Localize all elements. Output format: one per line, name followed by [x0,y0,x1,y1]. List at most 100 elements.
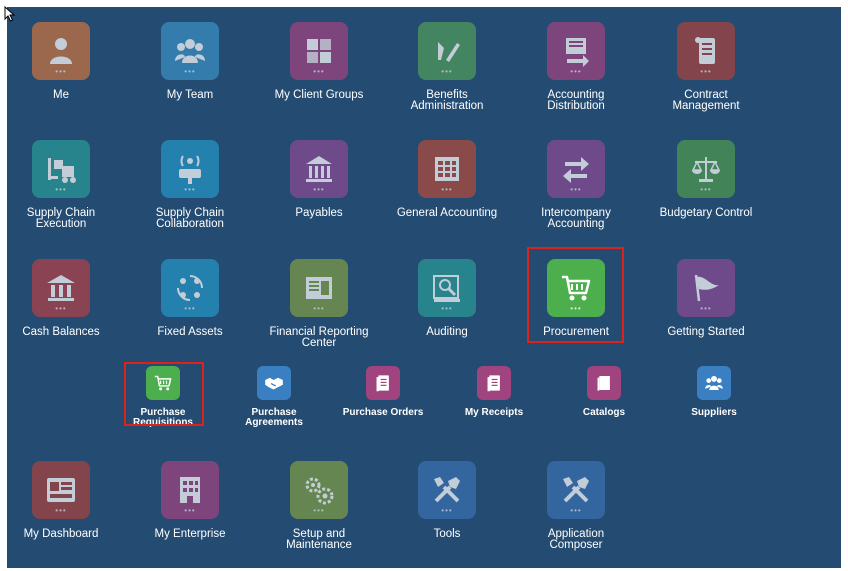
tile-label: Budgetary Control [659,207,753,219]
tile-my-team[interactable]: ••• My Team [127,22,253,101]
tile-my-enterprise[interactable]: ••• My Enterprise [127,461,253,540]
tile-catalogs[interactable]: Catalogs [554,366,654,418]
spreadsheet-icon[interactable]: ••• [418,140,476,198]
tile-label: Getting Started [667,326,745,338]
cycle-icon[interactable]: ••• [161,259,219,317]
tile-accounting-distribution[interactable]: ••• Accounting Distribution [513,22,639,112]
bank-icon[interactable]: ••• [32,259,90,317]
tile-label: Financial Reporting Center [269,326,369,349]
tile-budgetary-control[interactable]: ••• Budgetary Control [643,140,769,219]
more-dots: ••• [570,506,582,515]
more-dots: ••• [313,304,325,313]
tile-label: Purchase Orders [342,407,424,418]
tile-label: My Dashboard [23,528,99,540]
tile-financial-reporting-center[interactable]: ••• Financial Reporting Center [256,259,382,349]
tile-label: Setup and Maintenance [286,528,352,551]
more-dots: ••• [570,185,582,194]
bank-building-icon[interactable]: ••• [290,140,348,198]
more-dots: ••• [313,506,325,515]
tile-label: Contract Management [672,89,740,112]
tile-supply-chain-execution[interactable]: ••• Supply Chain Execution [0,140,124,230]
forklift-icon[interactable]: ••• [32,140,90,198]
more-dots: ••• [441,185,453,194]
tile-label: Purchase Agreements [245,407,303,428]
tools-icon[interactable]: ••• [418,461,476,519]
more-dots: ••• [700,67,712,76]
tile-me[interactable]: ••• Me [0,22,124,101]
tile-contract-management[interactable]: ••• Contract Management [643,22,769,112]
tile-label: My Client Groups [274,89,364,101]
tile-label: My Team [166,89,214,101]
tile-label: Me [53,89,69,101]
tile-label: My Enterprise [154,528,226,540]
tile-label: My Receipts [464,407,524,418]
tile-supply-chain-collaboration[interactable]: ••• Supply Chain Collaboration [127,140,253,230]
scales-icon[interactable]: ••• [677,140,735,198]
more-dots: ••• [184,506,196,515]
tile-setup-and-maintenance[interactable]: ••• Setup and Maintenance [256,461,382,551]
team-icon[interactable]: ••• [161,22,219,80]
audit-icon[interactable]: ••• [418,259,476,317]
tile-label: Payables [295,207,343,219]
tile-label: Tools [433,528,461,540]
tile-my-dashboard[interactable]: ••• My Dashboard [0,461,124,540]
tile-my-receipts[interactable]: My Receipts [444,366,544,418]
more-dots: ••• [441,67,453,76]
more-dots: ••• [441,506,453,515]
tile-general-accounting[interactable]: ••• General Accounting [384,140,510,219]
more-dots: ••• [184,185,196,194]
person-icon[interactable]: ••• [32,22,90,80]
document-icon[interactable] [366,366,400,400]
tile-intercompany-accounting[interactable]: ••• Intercompany Accounting [513,140,639,230]
gears-icon[interactable]: ••• [290,461,348,519]
tile-purchase-agreements[interactable]: Purchase Agreements [224,366,324,428]
building-icon[interactable]: ••• [161,461,219,519]
flag-icon[interactable]: ••• [677,259,735,317]
book-icon[interactable] [587,366,621,400]
purchase-requisitions-highlight [124,362,204,426]
tile-fixed-assets[interactable]: ••• Fixed Assets [127,259,253,338]
ledger-arrow-icon[interactable]: ••• [547,22,605,80]
broadcast-icon[interactable]: ••• [161,140,219,198]
swap-arrows-icon[interactable]: ••• [547,140,605,198]
more-dots: ••• [313,67,325,76]
tile-label: Accounting Distribution [547,89,605,112]
tile-label: Application Composer [547,528,605,551]
tools-icon[interactable]: ••• [547,461,605,519]
grid-icon[interactable]: ••• [290,22,348,80]
tile-getting-started[interactable]: ••• Getting Started [643,259,769,338]
more-dots: ••• [55,304,67,313]
more-dots: ••• [700,185,712,194]
document-icon[interactable] [477,366,511,400]
handshake-icon[interactable] [257,366,291,400]
tile-tools[interactable]: ••• Tools [384,461,510,540]
team-icon[interactable] [697,366,731,400]
tile-label: Auditing [426,326,468,338]
more-dots: ••• [313,185,325,194]
tile-cash-balances[interactable]: ••• Cash Balances [0,259,124,338]
report-icon[interactable]: ••• [290,259,348,317]
tile-label: Benefits Administration [410,89,484,112]
tile-payables[interactable]: ••• Payables [256,140,382,219]
tile-purchase-orders[interactable]: Purchase Orders [333,366,433,418]
more-dots: ••• [441,304,453,313]
dashboard-icon[interactable]: ••• [32,461,90,519]
tile-suppliers[interactable]: Suppliers [664,366,764,418]
more-dots: ••• [570,67,582,76]
tile-auditing[interactable]: ••• Auditing [384,259,510,338]
tile-label: Supply Chain Execution [26,207,96,230]
more-dots: ••• [55,185,67,194]
tile-benefits-administration[interactable]: ••• Benefits Administration [384,22,510,112]
tile-label: General Accounting [396,207,498,219]
tile-label: Intercompany Accounting [541,207,611,230]
tile-label: Cash Balances [22,326,100,338]
pen-icon[interactable]: ••• [418,22,476,80]
more-dots: ••• [55,506,67,515]
more-dots: ••• [55,67,67,76]
tile-label: Fixed Assets [157,326,223,338]
scroll-icon[interactable]: ••• [677,22,735,80]
tile-label: Supply Chain Collaboration [155,207,225,230]
more-dots: ••• [700,304,712,313]
tile-my-client-groups[interactable]: ••• My Client Groups [256,22,382,101]
tile-application-composer[interactable]: ••• Application Composer [513,461,639,551]
